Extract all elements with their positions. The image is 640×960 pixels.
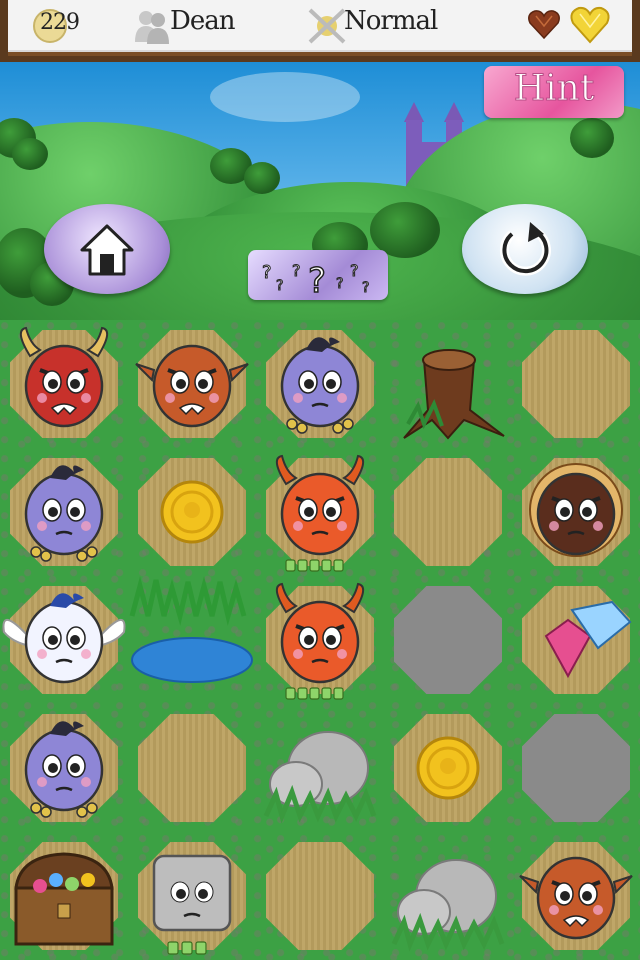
treasure-chest-icon: [14, 852, 114, 946]
svg-text:?: ?: [276, 278, 283, 294]
board-cell-monster-red-bull[interactable]: [0, 320, 128, 448]
restart-button[interactable]: [462, 204, 588, 294]
monster-purple-troll-icon: [24, 721, 104, 818]
monster-orange-devil-icon: [275, 582, 365, 700]
board-cell-gems[interactable]: [512, 576, 640, 704]
board-cell-monster-orange-devil[interactable]: [256, 576, 384, 704]
hint-label: Hint: [513, 68, 595, 110]
hint-button[interactable]: Hint: [484, 66, 624, 118]
board-cell-monster-purple-troll[interactable]: [0, 448, 128, 576]
monster-purple-troll-icon: [280, 337, 360, 434]
monster-red-bull-icon: [19, 326, 109, 428]
monster-purple-troll-icon: [24, 465, 104, 562]
monster-orange-devil-icon: [275, 454, 365, 572]
board-cell-boulder[interactable]: [256, 704, 384, 832]
stone-tile: [522, 714, 630, 822]
monster-orange-ogre-icon: [519, 856, 633, 940]
background-scene: Hint ? ? ? ? ? ? ?: [0, 62, 640, 320]
board-cell-tree-stump[interactable]: [384, 320, 512, 448]
home-icon: [80, 224, 134, 276]
gold-heart-icon: [570, 6, 610, 44]
board-cell-pond[interactable]: [128, 576, 256, 704]
player-icon: [135, 11, 169, 44]
difficulty-label[interactable]: Normal: [344, 6, 438, 36]
crossed-swords-icon: [308, 8, 346, 44]
top-status-bar: 229 Dean Normal: [0, 0, 640, 62]
board-cell-gold-coin[interactable]: [384, 704, 512, 832]
board-cell-monster-winged-blue[interactable]: [0, 576, 128, 704]
restart-icon: [499, 222, 551, 276]
board-cell-empty-dirt[interactable]: [128, 704, 256, 832]
board-cell-monster-orange-ogre[interactable]: [512, 832, 640, 960]
svg-text:?: ?: [308, 261, 326, 298]
question-marks-icon: ? ? ? ? ? ? ?: [262, 260, 370, 298]
home-button[interactable]: [44, 204, 170, 294]
svg-text:?: ?: [362, 280, 369, 296]
dirt-tile: [522, 330, 630, 438]
board-cell-empty-dirt[interactable]: [512, 320, 640, 448]
svg-text:?: ?: [350, 261, 359, 280]
game-board: [0, 320, 640, 960]
boulder-icon: [263, 731, 377, 824]
gems-icon: [544, 600, 632, 679]
status-panel: 229 Dean Normal: [8, 0, 632, 56]
gold-coin-icon: [160, 480, 224, 544]
dirt-tile: [266, 842, 374, 950]
board-cell-boulder[interactable]: [384, 832, 512, 960]
dirt-tile: [138, 714, 246, 822]
monster-stone-golem-icon: [152, 854, 232, 955]
coin-count: 229: [40, 10, 80, 35]
monster-orange-ogre-icon: [135, 344, 249, 428]
board-cell-monster-stone-golem[interactable]: [128, 832, 256, 960]
svg-text:?: ?: [336, 276, 343, 292]
board-cell-monster-orange-devil[interactable]: [256, 448, 384, 576]
pond-icon: [129, 576, 253, 683]
boulder-icon: [391, 859, 505, 952]
board-cell-empty-stone[interactable]: [384, 576, 512, 704]
gold-coin-icon: [416, 736, 480, 800]
board-cell-gold-coin[interactable]: [128, 448, 256, 576]
board-cell-empty-dirt[interactable]: [384, 448, 512, 576]
tree-stump-icon: [403, 349, 505, 440]
mystery-hint-button[interactable]: ? ? ? ? ? ? ?: [248, 250, 388, 300]
tree: [570, 118, 614, 158]
board-cell-monster-purple-troll[interactable]: [0, 704, 128, 832]
monster-scorpion-lion-icon: [529, 463, 623, 557]
player-name[interactable]: Dean: [170, 6, 235, 36]
board-cell-monster-purple-troll[interactable]: [256, 320, 384, 448]
bronze-heart-icon: [528, 10, 560, 40]
stone-tile: [394, 586, 502, 694]
tree: [244, 162, 280, 194]
svg-text:?: ?: [292, 261, 301, 280]
board-cell-empty-dirt[interactable]: [256, 832, 384, 960]
board-cell-monster-orange-ogre[interactable]: [128, 320, 256, 448]
cloud: [210, 72, 360, 122]
board-cell-empty-stone[interactable]: [512, 704, 640, 832]
board-cell-treasure-chest[interactable]: [0, 832, 128, 960]
svg-text:?: ?: [262, 262, 272, 283]
board-cell-monster-scorpion-lion[interactable]: [512, 448, 640, 576]
dirt-tile: [394, 458, 502, 566]
tree: [12, 138, 48, 170]
monster-winged-blue-icon: [2, 593, 126, 684]
